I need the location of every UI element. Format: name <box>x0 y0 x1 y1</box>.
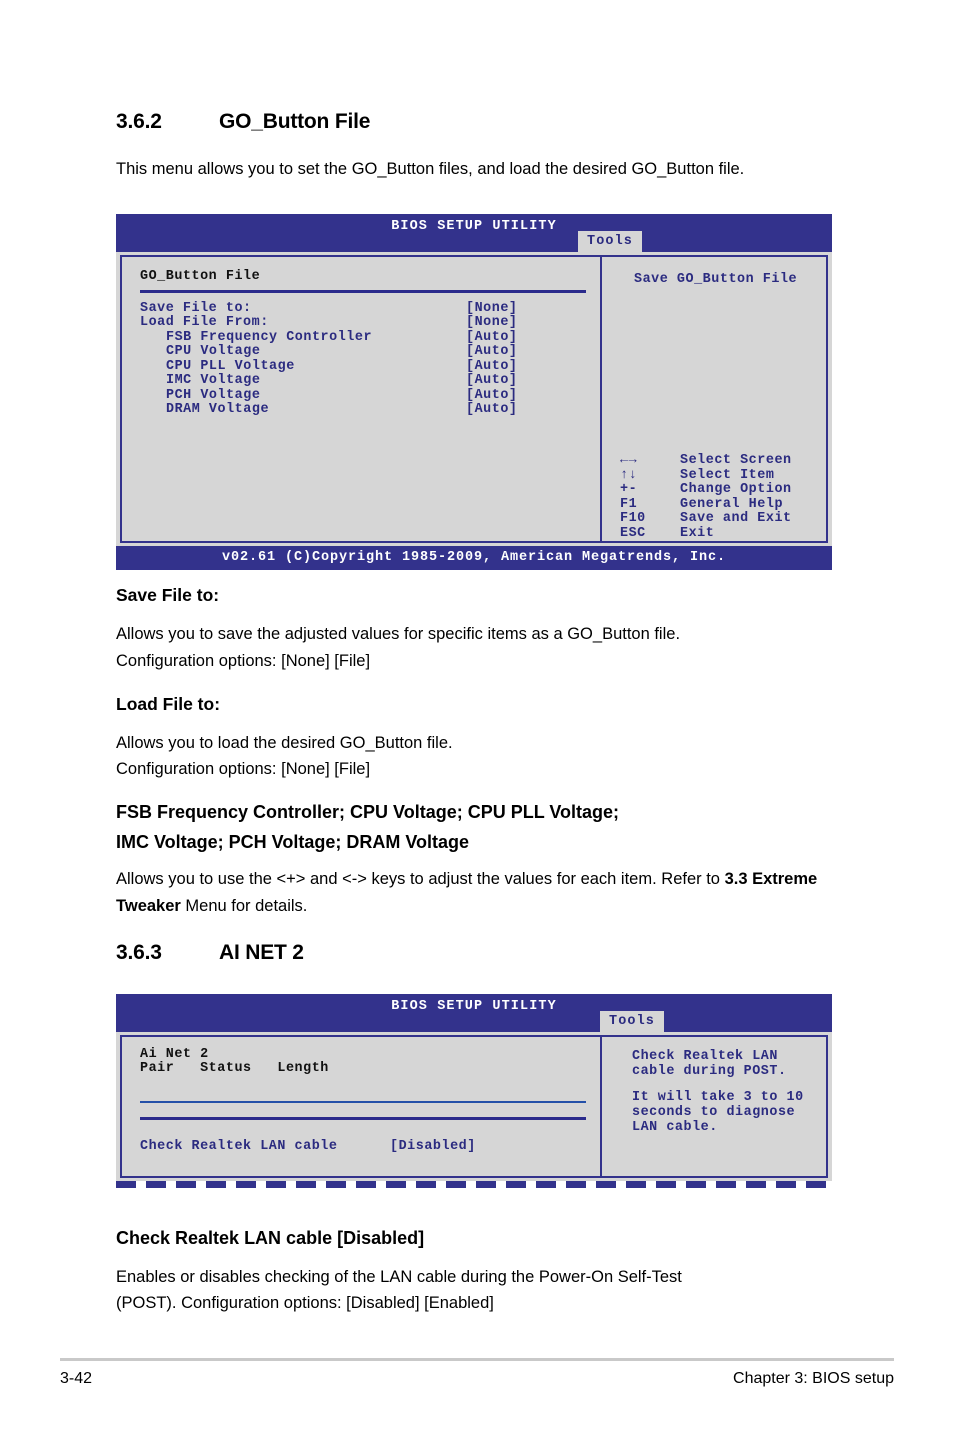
bios1-help-title: Save GO_Button File <box>634 272 798 287</box>
bios1-item-label-6[interactable]: PCH Voltage <box>166 388 260 403</box>
bios1-body: GO_Button File Save File to: [None] Load… <box>120 255 828 543</box>
bios2-help-para-2: It will take 3 to 10 seconds to diagnose… <box>632 1090 804 1135</box>
save-file-to-heading: Save File to: <box>116 585 220 605</box>
check-lan-line2: (POST). Configuration options: [Disabled… <box>116 1294 494 1312</box>
bios2-outer: Ai Net 2 Pair Status Length Check Realte… <box>116 1032 832 1181</box>
bios1-item-value-3[interactable]: [Auto] <box>466 344 518 359</box>
voltage-body-part2: Menu for details. <box>180 897 308 915</box>
bios-screen-ai-net-2: BIOS SETUP UTILITY Tools Ai Net 2 Pair S… <box>116 994 832 1181</box>
footer-divider <box>60 1358 894 1361</box>
bios2-help-para-1: Check Realtek LAN cable during POST. <box>632 1049 787 1079</box>
footer-chapter: Chapter 3: BIOS setup <box>733 1370 894 1387</box>
bios1-action-3: General Help <box>680 497 784 512</box>
voltage-heading-line1: FSB Frequency Controller; CPU Voltage; C… <box>116 802 620 822</box>
bios1-key-1: ↑↓ <box>620 468 638 483</box>
bios1-action-5: Exit <box>680 526 715 541</box>
section-362-title: GO_Button File <box>219 110 371 133</box>
bios1-left-panel: GO_Button File Save File to: [None] Load… <box>122 257 600 541</box>
bios1-action-0: Select Screen <box>680 453 792 468</box>
bios2-panel-title: Ai Net 2 <box>140 1047 209 1062</box>
bios1-item-label-0[interactable]: Save File to: <box>140 301 252 316</box>
bios1-title-rule <box>140 290 586 293</box>
bios2-item-label[interactable]: Check Realtek LAN cable <box>140 1139 337 1154</box>
section-363-title: AI NET 2 <box>219 941 304 964</box>
bios1-item-value-0[interactable]: [None] <box>466 301 518 316</box>
bios1-footer: v02.61 (C)Copyright 1985-2009, American … <box>116 546 832 570</box>
bios1-key-5: ESC <box>620 526 646 541</box>
check-lan-line1: Enables or disables checking of the LAN … <box>116 1268 682 1286</box>
bios1-item-label-3[interactable]: CPU Voltage <box>166 344 260 359</box>
bios1-item-label-5[interactable]: IMC Voltage <box>166 373 260 388</box>
load-file-to-line1: Allows you to load the desired GO_Button… <box>116 734 453 752</box>
bios1-item-label-7[interactable]: DRAM Voltage <box>166 402 269 417</box>
bios2-header: BIOS SETUP UTILITY Tools <box>116 994 832 1033</box>
document-page: 3.6.2 GO_Button File This menu allows yo… <box>0 0 954 1438</box>
bios1-outer: GO_Button File Save File to: [None] Load… <box>116 252 832 546</box>
bios1-item-value-7[interactable]: [Auto] <box>466 402 518 417</box>
bios2-tab-tools[interactable]: Tools <box>600 1011 665 1033</box>
bios1-key-4: F10 <box>620 511 646 526</box>
section-362-number: 3.6.2 <box>116 110 162 133</box>
bios1-item-value-4[interactable]: [Auto] <box>466 359 518 374</box>
bios1-item-value-1[interactable]: [None] <box>466 315 518 330</box>
bios1-key-2: +- <box>620 482 638 497</box>
bios1-action-4: Save and Exit <box>680 511 792 526</box>
bios1-help-panel: Save GO_Button File ←→ Select Screen ↑↓ … <box>602 257 832 541</box>
bios1-tab-tools[interactable]: Tools <box>578 231 643 253</box>
bios2-help-panel: Check Realtek LAN cable during POST. It … <box>602 1037 832 1176</box>
bios-screen-go-button-file: BIOS SETUP UTILITY Tools GO_Button File … <box>116 214 832 570</box>
footer-page-number: 3-42 <box>60 1370 93 1387</box>
bios1-key-0: ←→ <box>620 453 638 468</box>
bios2-rule-top <box>140 1101 586 1103</box>
bios1-item-label-4[interactable]: CPU PLL Voltage <box>166 359 295 374</box>
bios2-body: Ai Net 2 Pair Status Length Check Realte… <box>120 1035 828 1178</box>
bios1-item-value-2[interactable]: [Auto] <box>466 330 518 345</box>
bios2-title: BIOS SETUP UTILITY <box>391 999 557 1014</box>
save-file-to-line2: Configuration options: [None] [File] <box>116 652 371 670</box>
bios1-item-value-5[interactable]: [Auto] <box>466 373 518 388</box>
bios1-item-label-1[interactable]: Load File From: <box>140 315 269 330</box>
load-file-to-line2: Configuration options: [None] [File] <box>116 760 371 778</box>
save-file-to-line1: Allows you to save the adjusted values f… <box>116 625 681 643</box>
bios1-panel-title: GO_Button File <box>140 269 261 284</box>
section-362-intro: This menu allows you to set the GO_Butto… <box>116 160 745 178</box>
check-lan-heading: Check Realtek LAN cable [Disabled] <box>116 1228 425 1248</box>
bios2-left-panel: Ai Net 2 Pair Status Length Check Realte… <box>122 1037 600 1176</box>
bios1-header: BIOS SETUP UTILITY Tools <box>116 214 832 253</box>
voltage-body-part1: Allows you to use the <+> and <-> keys t… <box>116 870 725 888</box>
voltage-body: Allows you to use the <+> and <-> keys t… <box>116 866 846 920</box>
section-363-number: 3.6.3 <box>116 941 162 964</box>
bios1-title: BIOS SETUP UTILITY <box>391 219 557 234</box>
bios2-rule-bottom <box>140 1117 586 1120</box>
bios2-item-value[interactable]: [Disabled] <box>390 1139 476 1154</box>
bios1-action-2: Change Option <box>680 482 792 497</box>
load-file-to-heading: Load File to: <box>116 694 221 714</box>
bios1-key-3: F1 <box>620 497 638 512</box>
bios2-table-header: Pair Status Length <box>140 1061 329 1076</box>
bios1-item-label-2[interactable]: FSB Frequency Controller <box>166 330 372 345</box>
bios1-action-1: Select Item <box>680 468 775 483</box>
bios1-item-value-6[interactable]: [Auto] <box>466 388 518 403</box>
voltage-heading-line2: IMC Voltage; PCH Voltage; DRAM Voltage <box>116 832 470 852</box>
bios2-cut-indicator <box>116 1181 832 1189</box>
